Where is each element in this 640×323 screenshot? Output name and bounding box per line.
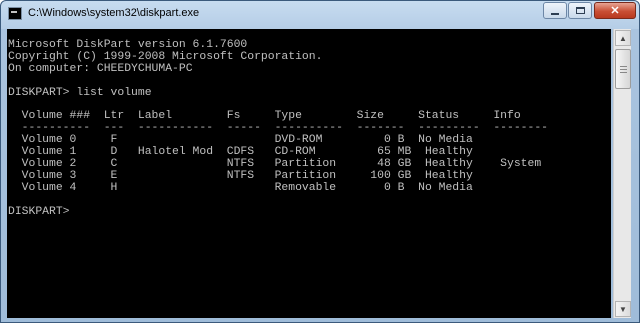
maximize-icon: [575, 7, 585, 14]
title-bar[interactable]: C:\Windows\system32\diskpart.exe ✕: [1, 1, 639, 29]
scroll-down-arrow-icon: ▼: [619, 304, 627, 314]
diskpart-window: C:\Windows\system32\diskpart.exe ✕ Micro…: [0, 0, 640, 323]
minimize-icon: [551, 12, 559, 15]
vertical-scrollbar[interactable]: ▲ ▼: [613, 29, 631, 318]
grip-line-icon: [620, 66, 627, 67]
close-button[interactable]: ✕: [594, 2, 636, 19]
scroll-down-button[interactable]: ▼: [615, 301, 631, 317]
scrollbar-thumb[interactable]: [615, 49, 631, 89]
scroll-up-arrow-icon: ▲: [619, 33, 627, 43]
scroll-up-button[interactable]: ▲: [615, 30, 631, 46]
console-output-area[interactable]: Microsoft DiskPart version 6.1.7600 Copy…: [7, 29, 611, 318]
cmd-app-icon[interactable]: [8, 7, 22, 20]
close-icon: ✕: [610, 5, 620, 17]
minimize-button[interactable]: [543, 2, 567, 19]
console-text: Microsoft DiskPart version 6.1.7600 Copy…: [8, 39, 549, 218]
grip-line-icon: [620, 72, 627, 73]
window-title: C:\Windows\system32\diskpart.exe: [28, 7, 200, 19]
grip-line-icon: [620, 69, 627, 70]
maximize-button[interactable]: [568, 2, 592, 19]
